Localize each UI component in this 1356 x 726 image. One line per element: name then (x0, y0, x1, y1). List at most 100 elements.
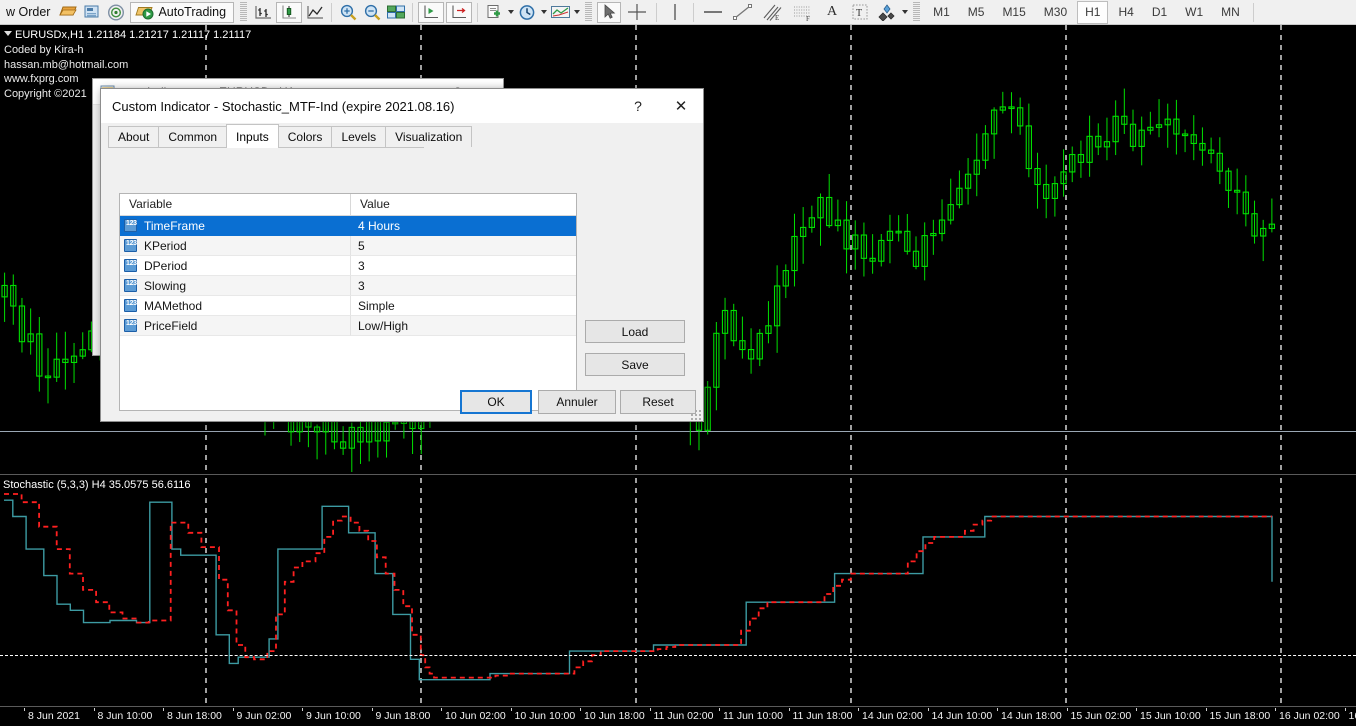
period-icon[interactable] (515, 1, 539, 23)
variable-value: 3 (358, 279, 365, 293)
dialog-help-button[interactable]: ? (617, 90, 659, 122)
row-variable-cell[interactable]: 123 DPeriod (120, 256, 351, 276)
table-row[interactable]: 123 DPeriod 3 (120, 256, 576, 276)
equidistant-channel-icon[interactable]: E (758, 1, 788, 23)
candlestick-chart-button[interactable] (276, 2, 302, 23)
indicator-pane[interactable]: Stochastic (5,3,3) H4 35.0575 56.6116 (0, 478, 1356, 708)
indicator-label: Stochastic (5,3,3) H4 35.0575 56.6116 (3, 479, 191, 491)
tab-visualization[interactable]: Visualization (385, 126, 472, 147)
autotrading-icon (134, 1, 154, 23)
timeframe-m5[interactable]: M5 (960, 1, 993, 24)
row-variable-cell[interactable]: 123 KPeriod (120, 236, 351, 256)
main-toolbar: w Order AutoTrading (0, 0, 1356, 25)
period-dropdown-arrow[interactable] (539, 1, 548, 23)
new-chart-dropdown-arrow[interactable] (506, 1, 515, 23)
shapes-icon[interactable] (874, 1, 900, 23)
column-header-value: Value (351, 194, 576, 215)
time-tickmark (302, 708, 303, 711)
row-value-cell[interactable]: 4 Hours (351, 216, 576, 236)
pane-divider-price[interactable] (0, 474, 1356, 475)
row-value-cell[interactable]: Low/High (351, 316, 576, 336)
toolbar-grip-2[interactable] (585, 2, 592, 22)
zoom-out-icon[interactable] (360, 1, 384, 23)
variable-value: 5 (358, 239, 365, 253)
load-button[interactable]: Load (585, 320, 685, 343)
new-chart-icon[interactable] (482, 1, 506, 23)
number-variable-icon: 123 (124, 299, 137, 312)
new-order-button[interactable]: w Order (0, 5, 56, 19)
shapes-dropdown-arrow[interactable] (900, 1, 909, 23)
save-button[interactable]: Save (585, 353, 685, 376)
timeframe-m15[interactable]: M15 (994, 1, 1033, 24)
number-variable-icon: 123 (124, 279, 137, 292)
dialog-titlebar[interactable]: Custom Indicator - Stochastic_MTF-Ind (e… (101, 89, 703, 123)
text-label-icon[interactable]: A (818, 1, 846, 23)
horizontal-line-icon[interactable] (698, 1, 728, 23)
indicators-dropdown-arrow[interactable] (572, 1, 581, 23)
timeframe-w1[interactable]: W1 (1177, 1, 1211, 24)
news-icon[interactable] (80, 1, 104, 23)
row-value-cell[interactable]: 3 (351, 256, 576, 276)
collapse-triangle-icon[interactable] (4, 31, 12, 36)
time-tick-label: 9 Jun 02:00 (237, 710, 292, 722)
timeframe-m30[interactable]: M30 (1036, 1, 1075, 24)
fibonacci-icon[interactable]: F (788, 1, 818, 23)
dialog-titlebar-buttons: ? ✕ (617, 90, 703, 122)
tab-inputs[interactable]: Inputs (226, 124, 279, 148)
profiles-icon[interactable] (56, 1, 80, 23)
variable-name: DPeriod (144, 259, 187, 273)
row-value-cell[interactable]: 3 (351, 276, 576, 296)
time-tickmark (372, 708, 373, 711)
time-tick-label: 10 Jun 10:00 (515, 710, 576, 722)
tab-common[interactable]: Common (158, 126, 227, 147)
timeframe-d1[interactable]: D1 (1144, 1, 1175, 24)
autotrading-button[interactable]: AutoTrading (130, 2, 234, 23)
tab-about[interactable]: About (108, 126, 159, 147)
row-variable-cell[interactable]: 123 MAMethod (120, 296, 351, 316)
table-row[interactable]: 123 KPeriod 5 (120, 236, 576, 256)
tab-levels[interactable]: Levels (331, 126, 386, 147)
timeframe-h1[interactable]: H1 (1077, 1, 1108, 24)
time-tickmark (1345, 708, 1346, 711)
table-row[interactable]: 123 TimeFrame 4 Hours (120, 216, 576, 236)
time-tick-label: 8 Jun 18:00 (167, 710, 222, 722)
table-row[interactable]: 123 Slowing 3 (120, 276, 576, 296)
reset-button[interactable]: Reset (620, 390, 696, 414)
row-value-cell[interactable]: 5 (351, 236, 576, 256)
toolbar-grip-3[interactable] (913, 2, 920, 22)
table-row[interactable]: 123 PriceField Low/High (120, 316, 576, 336)
line-chart-icon[interactable] (303, 1, 327, 23)
timeframe-mn[interactable]: MN (1213, 1, 1248, 24)
timeframe-m1[interactable]: M1 (925, 1, 958, 24)
cursor-button[interactable] (597, 2, 621, 23)
inputs-table[interactable]: Variable Value 123 TimeFrame 4 Hours 123… (119, 193, 577, 411)
ok-button[interactable]: OK (460, 390, 532, 414)
tile-windows-icon[interactable] (384, 1, 408, 23)
row-variable-cell[interactable]: 123 PriceField (120, 316, 351, 336)
svg-text:F: F (806, 15, 810, 21)
text-box-icon[interactable]: T (846, 1, 874, 23)
trendline-icon[interactable] (728, 1, 758, 23)
vertical-line-icon[interactable] (661, 1, 689, 23)
chart-shift-button[interactable] (446, 2, 472, 23)
row-variable-cell[interactable]: 123 TimeFrame (120, 216, 351, 236)
crosshair-icon[interactable] (622, 1, 652, 23)
column-header-variable: Variable (120, 194, 351, 215)
auto-scroll-button[interactable] (418, 2, 444, 23)
cursor-icon (601, 1, 617, 23)
cancel-button[interactable]: Annuler (538, 390, 616, 414)
bar-chart-icon[interactable] (251, 1, 275, 23)
zoom-in-icon[interactable] (336, 1, 360, 23)
candlestick-chart-icon (280, 1, 298, 23)
dialog-close-button[interactable]: ✕ (659, 90, 703, 122)
row-value-cell[interactable]: Simple (351, 296, 576, 316)
indicators-icon[interactable] (548, 1, 572, 23)
timeframe-h4[interactable]: H4 (1110, 1, 1141, 24)
row-variable-cell[interactable]: 123 Slowing (120, 276, 351, 296)
table-row[interactable]: 123 MAMethod Simple (120, 296, 576, 316)
time-tickmark (94, 708, 95, 711)
toolbar-grip[interactable] (240, 2, 247, 22)
time-tickmark (719, 708, 720, 711)
signals-icon[interactable] (104, 1, 128, 23)
tab-colors[interactable]: Colors (278, 126, 333, 147)
